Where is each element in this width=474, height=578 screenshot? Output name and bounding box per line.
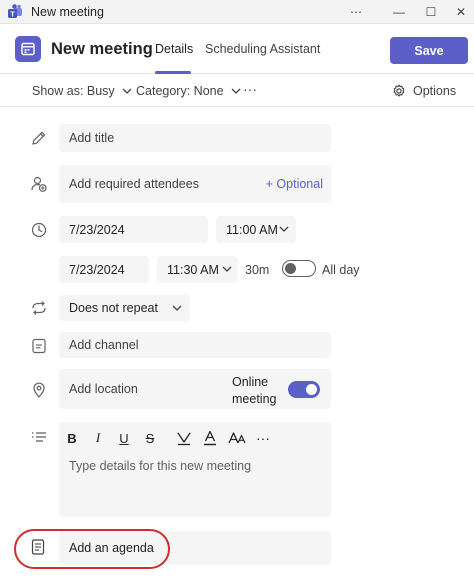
gear-icon — [393, 84, 405, 97]
window-close-button[interactable]: ✕ — [446, 0, 474, 24]
repeat-icon — [32, 301, 46, 315]
calendar-icon — [21, 42, 35, 56]
attendees-placeholder: Add required attendees — [69, 177, 199, 191]
window-minimize-button[interactable]: — — [384, 0, 414, 24]
duration-label: 30m — [245, 263, 270, 277]
teams-logo-icon: T — [8, 4, 22, 18]
start-time-value: 11:00 AM — [226, 222, 278, 237]
location-placeholder: Add location — [69, 382, 138, 396]
category-dropdown[interactable]: Category: None — [136, 84, 241, 98]
chevron-down-icon — [222, 266, 232, 272]
category-label: Category: None — [136, 84, 224, 98]
page-title: New meeting — [51, 40, 153, 58]
pencil-icon — [32, 131, 46, 145]
add-optional-attendees-link[interactable]: + Optional — [266, 165, 323, 203]
font-color-icon[interactable] — [201, 429, 219, 447]
add-attendee-icon — [31, 176, 47, 192]
agenda-highlight-annotation — [14, 529, 170, 569]
toolbar-more-button[interactable]: ··· — [243, 81, 257, 97]
chevron-down-icon — [122, 88, 132, 94]
meeting-header: New meeting Details Scheduling Assistant… — [0, 24, 474, 74]
online-meeting-label-line1: Online — [232, 375, 269, 389]
options-button[interactable]: Options — [392, 84, 456, 98]
attendees-input[interactable]: Add required attendees + Optional — [59, 165, 331, 203]
start-time-dropdown[interactable]: 11:00 AM — [216, 216, 296, 243]
strikethrough-button[interactable]: S — [140, 429, 160, 447]
highlight-icon[interactable] — [175, 429, 193, 447]
end-date-input[interactable]: 7/23/2024 — [59, 256, 149, 283]
all-day-label: All day — [322, 263, 360, 277]
tab-details[interactable]: Details — [155, 42, 193, 56]
window-maximize-button[interactable]: ☐ — [416, 0, 446, 24]
bold-button[interactable]: B — [62, 429, 82, 447]
formatting-more-button[interactable]: ··· — [253, 429, 273, 447]
text-description-icon — [32, 432, 46, 442]
channel-icon — [32, 338, 46, 354]
repeat-dropdown[interactable]: Does not repeat — [59, 295, 190, 321]
active-tab-indicator — [155, 71, 191, 74]
location-pin-icon — [33, 382, 45, 398]
svg-text:T: T — [10, 9, 15, 18]
calendar-badge — [15, 36, 41, 62]
online-meeting-label-line2: meeting — [232, 392, 277, 406]
tab-scheduling-assistant[interactable]: Scheduling Assistant — [205, 42, 320, 56]
window-more-button[interactable]: ⋯ — [341, 0, 371, 24]
repeat-value: Does not repeat — [69, 301, 158, 315]
end-time-value: 11:30 AM — [167, 262, 219, 277]
start-date-input[interactable]: 7/23/2024 — [59, 216, 208, 243]
window-titlebar: T New meeting ⋯ — ☐ ✕ — [0, 0, 474, 24]
toggle-knob — [306, 384, 317, 395]
meeting-toolbar: Show as: Busy Category: None ··· Options — [0, 75, 474, 107]
show-as-dropdown[interactable]: Show as: Busy — [32, 84, 132, 98]
details-placeholder: Type details for this new meeting — [69, 459, 252, 473]
save-button[interactable]: Save — [390, 37, 468, 64]
chevron-down-icon — [172, 305, 182, 311]
font-size-icon[interactable] — [227, 429, 247, 447]
chevron-down-icon — [231, 88, 241, 94]
chevron-down-icon — [279, 226, 289, 232]
window-title: New meeting — [31, 5, 104, 19]
title-input[interactable]: Add title — [59, 124, 331, 152]
online-meeting-toggle[interactable] — [288, 381, 320, 398]
italic-button[interactable]: I — [88, 429, 108, 447]
channel-input[interactable]: Add channel — [59, 332, 331, 358]
end-time-dropdown[interactable]: 11:30 AM — [157, 256, 238, 283]
toggle-knob — [285, 263, 296, 274]
all-day-toggle[interactable] — [282, 260, 316, 277]
underline-button[interactable]: U — [114, 429, 134, 447]
clock-icon — [31, 222, 47, 238]
options-label: Options — [413, 84, 457, 98]
show-as-label: Show as: Busy — [32, 84, 115, 98]
